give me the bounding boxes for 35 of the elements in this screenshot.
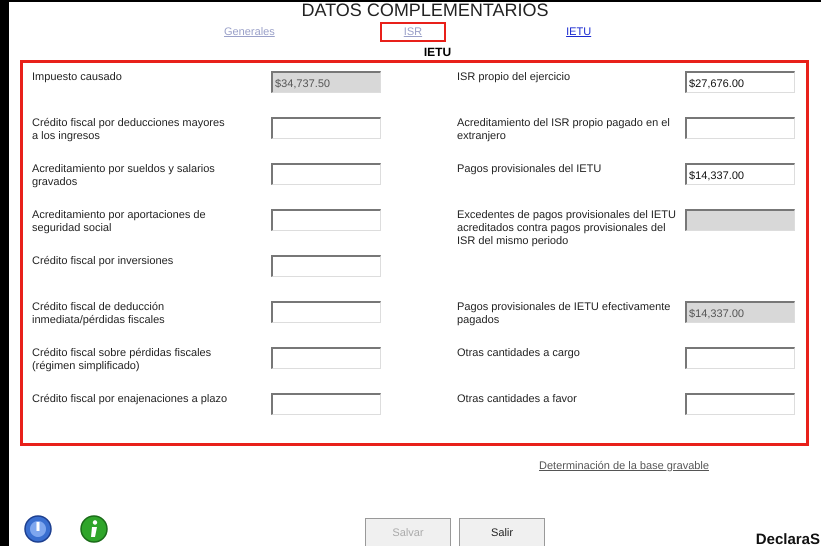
page-title: DATOS COMPLEMENTARIOS	[300, 2, 550, 18]
amount-field[interactable]	[685, 117, 795, 139]
field-label: Crédito fiscal por inversiones	[32, 255, 174, 268]
base-link[interactable]: Determinación de la base gravable	[539, 460, 709, 472]
field-label: ISR propio del ejercicio	[457, 71, 572, 84]
field-label: Acreditamiento por aportaciones de seguridad social	[32, 209, 207, 235]
field-label: Excedentes de pagos provisionales del IETU acreditados contra pagos provisionales del ISR del mismo periodo	[457, 209, 677, 248]
info-icon[interactable]	[79, 514, 109, 544]
field-label: Crédito fiscal por deducciones mayores a los ingresos	[32, 117, 226, 143]
amount-field[interactable]	[271, 347, 381, 369]
field-label: Pagos provisionales del IETU	[457, 163, 602, 176]
field-label: Crédito fiscal por enajenaciones a plazo	[32, 393, 228, 406]
amount-field[interactable]	[271, 255, 381, 277]
field-label: Otras cantidades a favor	[457, 393, 578, 406]
amount-field[interactable]	[685, 393, 795, 415]
field-label: Acreditamiento del ISR propio pagado en el extranjero	[457, 117, 671, 143]
field-label: Crédito fiscal sobre pérdidas fiscales (régimen simplificado)	[32, 347, 212, 373]
help-icon[interactable]	[23, 514, 53, 544]
amount-field[interactable]	[271, 163, 381, 185]
field-label: Pagos provisionales de IETU efectivamente pagados	[457, 301, 672, 327]
amount-field[interactable]	[271, 301, 381, 323]
tab-link[interactable]: IETU	[556, 22, 602, 42]
amount-field[interactable]	[271, 117, 381, 139]
logo-text: DeclaraS	[756, 531, 820, 546]
field-label: Otras cantidades a cargo	[457, 347, 581, 360]
amount-field[interactable]	[271, 209, 381, 231]
amount-field[interactable]	[271, 393, 381, 415]
field-label: Acreditamiento por sueldos y salarios gravados	[32, 163, 216, 189]
field-label: Crédito fiscal de deducción inmediata/pérdidas fiscales	[32, 301, 166, 327]
section-title: IETU	[422, 46, 452, 60]
amount-field[interactable]: $14,337.00	[685, 163, 795, 185]
amount-field[interactable]: $27,676.00	[685, 71, 795, 93]
form-button[interactable]: Salir	[459, 518, 545, 546]
amount-field[interactable]	[685, 347, 795, 369]
field-label: Impuesto causado	[32, 71, 123, 84]
